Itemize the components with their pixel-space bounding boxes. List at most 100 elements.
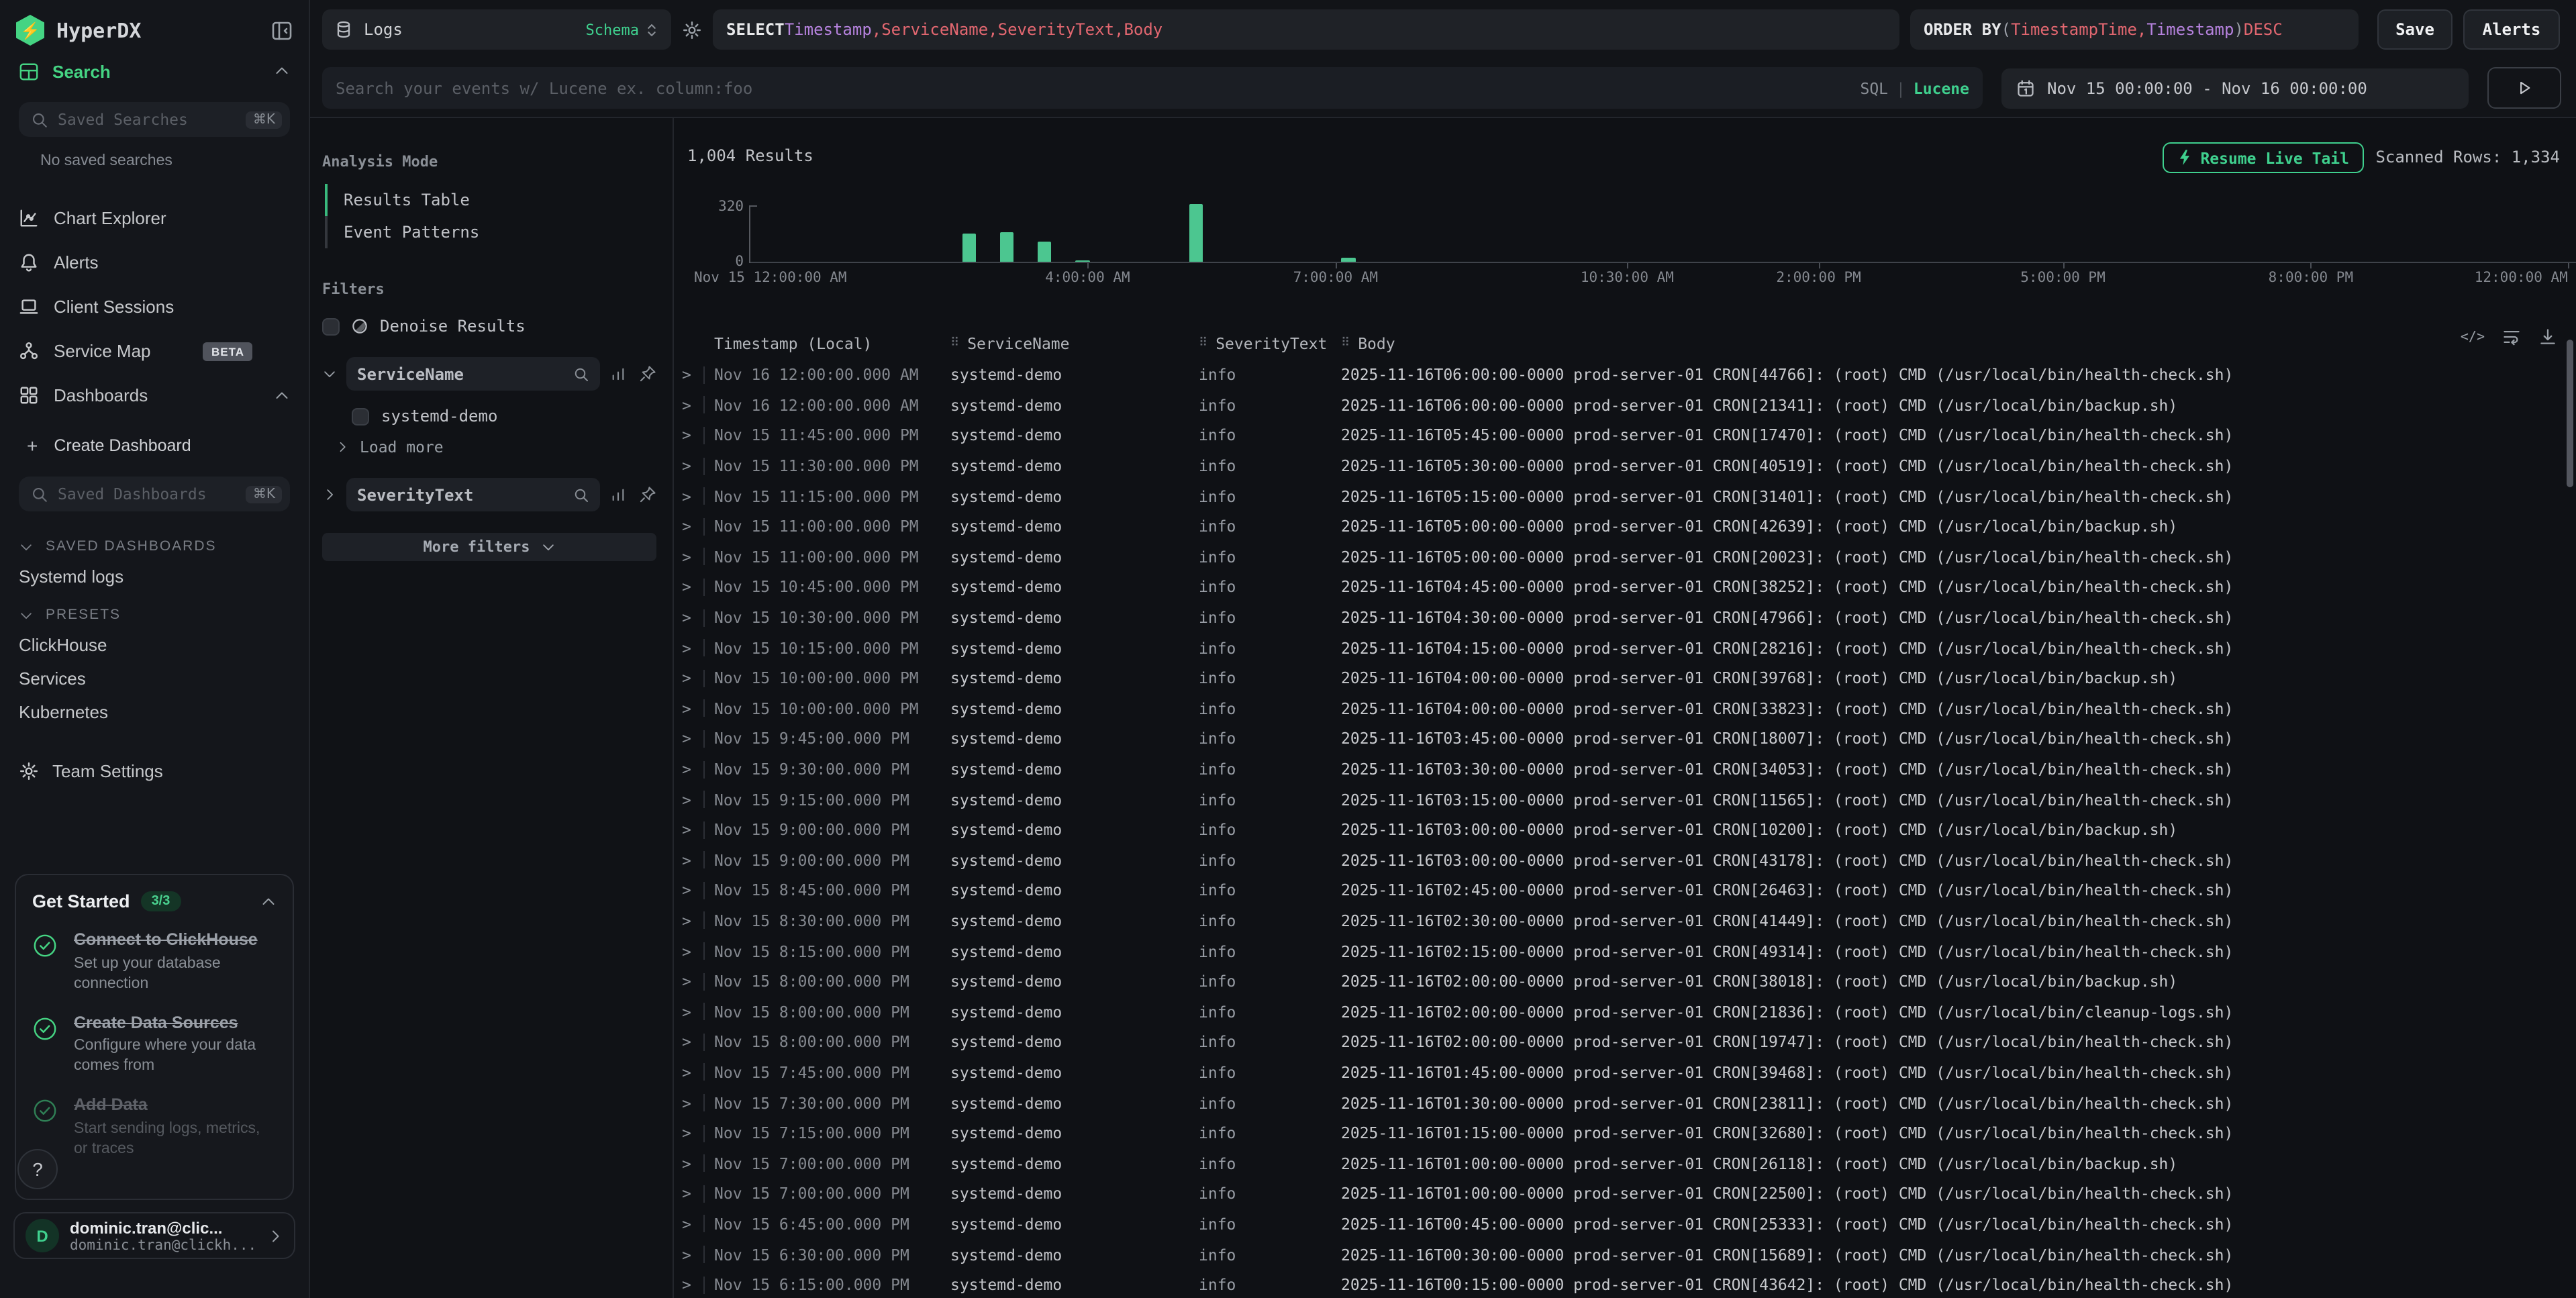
row-expand-chevron[interactable]: > (682, 638, 701, 657)
histogram-bar[interactable] (2401, 204, 2420, 263)
chevron-up-icon[interactable] (260, 893, 277, 909)
histogram-bar[interactable] (2307, 204, 2326, 263)
table-row[interactable]: >Nov 15 10:30:00.000 PMsystemd-demoinfo2… (674, 603, 2565, 633)
table-row[interactable]: >Nov 15 11:00:00.000 PMsystemd-demoinfo2… (674, 511, 2565, 542)
sidebar-item-search[interactable]: Search (0, 51, 309, 91)
table-row[interactable]: >Nov 15 9:45:00.000 PMsystemd-demoinfo20… (674, 723, 2565, 754)
table-row[interactable]: >Nov 15 10:00:00.000 PMsystemd-demoinfo2… (674, 693, 2565, 723)
analysis-mode-event-patterns[interactable]: Event Patterns (325, 216, 656, 248)
drag-grip-icon[interactable]: ⠿ (1341, 337, 1350, 350)
histogram-bar[interactable] (1946, 204, 1965, 263)
chart-filter-icon[interactable] (609, 486, 627, 503)
histogram-bar[interactable] (845, 204, 864, 263)
row-expand-chevron[interactable]: > (682, 1154, 701, 1172)
select-clause-input[interactable]: SELECT Timestamp,ServiceName,SeverityTex… (713, 9, 1899, 50)
histogram-bar[interactable] (1491, 204, 1509, 263)
filter-value-row[interactable]: systemd-demo (352, 407, 656, 426)
table-row[interactable]: >Nov 15 8:00:00.000 PMsystemd-demoinfo20… (674, 1027, 2565, 1057)
histogram-bar[interactable] (1130, 204, 1149, 263)
histogram-bar[interactable] (2554, 204, 2573, 263)
histogram-bar[interactable] (1396, 204, 1415, 263)
histogram-bar[interactable] (807, 204, 826, 263)
histogram-bar[interactable] (1263, 204, 1282, 263)
load-more-button[interactable]: Load more (336, 438, 656, 456)
row-expand-chevron[interactable]: > (682, 730, 701, 748)
sidebar-item-client-sessions[interactable]: Client Sessions (0, 285, 309, 329)
sidebar-item-dashboards[interactable]: Dashboards (0, 373, 309, 417)
saved-searches-search[interactable]: ⌘K (19, 102, 290, 137)
query-language-toggle[interactable]: SQL|Lucene (1860, 79, 1969, 97)
histogram-bar[interactable] (2060, 204, 2079, 263)
histogram-bar[interactable] (2288, 204, 2307, 263)
row-expand-chevron[interactable]: > (682, 456, 701, 475)
view-source-icon[interactable]: </> (2461, 330, 2485, 344)
row-expand-chevron[interactable]: > (682, 820, 701, 839)
histogram-bar[interactable] (1225, 204, 1244, 263)
histogram-bar[interactable] (1699, 204, 1718, 263)
chart-filter-icon[interactable] (609, 365, 627, 383)
row-expand-chevron[interactable]: > (682, 851, 701, 870)
histogram-bar[interactable] (2516, 204, 2534, 263)
user-menu[interactable]: D dominic.tran@clic... dominic.tran@clic… (13, 1212, 295, 1259)
row-expand-chevron[interactable]: > (682, 1245, 701, 1264)
alerts-button[interactable]: Alerts (2463, 9, 2560, 50)
histogram-bar[interactable] (1206, 204, 1225, 263)
more-filters-button[interactable]: More filters (322, 533, 656, 561)
column-header-timestamp[interactable]: Timestamp (Local) (714, 334, 950, 353)
histogram-bar[interactable] (1472, 204, 1491, 263)
histogram-bar[interactable] (1718, 204, 1737, 263)
histogram-bar[interactable] (978, 204, 997, 263)
histogram-bar[interactable] (750, 204, 769, 263)
histogram-bar[interactable] (1529, 204, 1548, 263)
table-row[interactable]: >Nov 15 7:30:00.000 PMsystemd-demoinfo20… (674, 1088, 2565, 1118)
pin-icon[interactable] (639, 486, 656, 503)
chevron-right-icon[interactable] (322, 487, 337, 502)
table-row[interactable]: >Nov 16 12:00:00.000 AMsystemd-demoinfo2… (674, 360, 2565, 390)
get-started-item[interactable]: Create Data Sources Configure where your… (32, 1013, 277, 1077)
get-started-item[interactable]: Connect to ClickHouse Set up your databa… (32, 930, 277, 994)
histogram-bar[interactable] (2136, 204, 2155, 263)
histogram-bar[interactable] (2383, 204, 2401, 263)
histogram-bar[interactable] (1794, 204, 1813, 263)
dashboard-item-systemd-logs[interactable]: Systemd logs (0, 560, 309, 593)
histogram-bar[interactable] (2421, 204, 2440, 263)
denoise-checkbox[interactable] (322, 317, 340, 335)
table-row[interactable]: >Nov 15 11:00:00.000 PMsystemd-demoinfo2… (674, 542, 2565, 572)
row-expand-chevron[interactable]: > (682, 578, 701, 597)
histogram-bar[interactable] (1073, 204, 1092, 263)
histogram-bar[interactable] (1908, 204, 1927, 263)
row-expand-chevron[interactable]: > (682, 608, 701, 627)
histogram-bar[interactable] (2326, 204, 2344, 263)
histogram-bar[interactable] (1871, 204, 1889, 263)
histogram-bar[interactable] (2174, 204, 2193, 263)
row-expand-chevron[interactable]: > (682, 1215, 701, 1234)
saved-dashboards-input[interactable] (58, 485, 246, 503)
histogram-bar[interactable] (2231, 204, 2250, 263)
histogram-bar[interactable] (997, 204, 1016, 263)
row-expand-chevron[interactable]: > (682, 1063, 701, 1082)
row-expand-chevron[interactable]: > (682, 426, 701, 445)
table-row[interactable]: >Nov 15 7:00:00.000 PMsystemd-demoinfo20… (674, 1148, 2565, 1179)
histogram-bar[interactable] (1358, 204, 1377, 263)
sql-toggle[interactable]: SQL (1860, 79, 1888, 97)
histogram-bar[interactable] (959, 204, 978, 263)
column-header-severitytext[interactable]: ⠿SeverityText (1199, 334, 1341, 353)
table-row[interactable]: >Nov 15 9:00:00.000 PMsystemd-demoinfo20… (674, 845, 2565, 875)
event-search[interactable]: SQL|Lucene (322, 67, 1983, 109)
preset-item-services[interactable]: Services (0, 662, 309, 695)
table-row[interactable]: >Nov 15 8:15:00.000 PMsystemd-demoinfo20… (674, 936, 2565, 966)
histogram-bar[interactable] (1832, 204, 1851, 263)
drag-grip-icon[interactable]: ⠿ (1199, 337, 1207, 350)
histogram-bar[interactable] (1756, 204, 1775, 263)
row-expand-chevron[interactable]: > (682, 548, 701, 566)
histogram-bar[interactable] (1585, 204, 1604, 263)
table-row[interactable]: >Nov 16 12:00:00.000 AMsystemd-demoinfo2… (674, 390, 2565, 420)
histogram-bar[interactable] (1187, 204, 1205, 263)
row-expand-chevron[interactable]: > (682, 366, 701, 385)
histogram-bar[interactable] (2117, 204, 2136, 263)
row-expand-chevron[interactable]: > (682, 1275, 701, 1294)
histogram-bar[interactable] (1851, 204, 1870, 263)
histogram-bar[interactable] (2269, 204, 2288, 263)
table-row[interactable]: >Nov 15 8:00:00.000 PMsystemd-demoinfo20… (674, 966, 2565, 997)
histogram-bar[interactable] (1111, 204, 1130, 263)
